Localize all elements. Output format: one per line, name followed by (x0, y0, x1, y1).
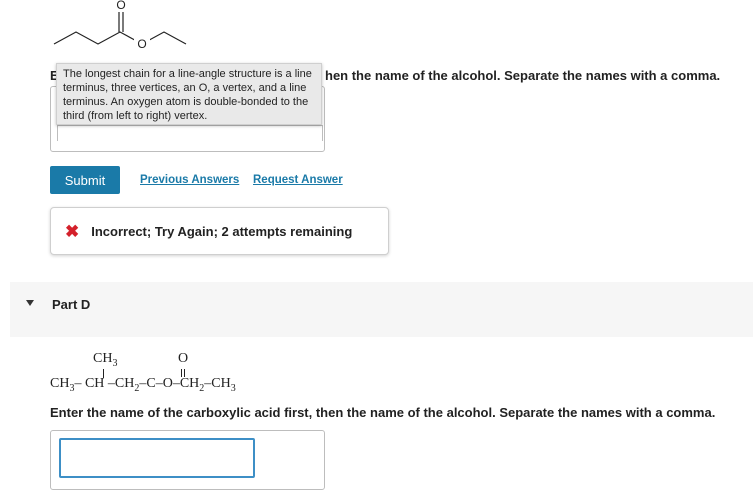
collapse-triangle-icon[interactable] (26, 300, 34, 306)
carbonyl-oxygen-label: O (116, 0, 125, 12)
part-d-answer-input[interactable] (59, 438, 255, 478)
formula-top-ch3: CH3 (93, 351, 118, 369)
feedback-panel: ✖ Incorrect; Try Again; 2 attempts remai… (50, 207, 389, 255)
hint-tooltip: The longest chain for a line-angle struc… (56, 63, 322, 125)
formula-top-o: O (178, 351, 189, 366)
part-c-instruction-suffix: hen the name of the alcohol. Separate th… (325, 68, 721, 83)
ester-oxygen-label: O (137, 37, 146, 51)
carbon-chain-bonds (53, 31, 187, 45)
previous-answers-link[interactable]: Previous Answers (140, 174, 239, 186)
ester-line-angle-structure: O O (53, 0, 187, 51)
x-icon: ✖ (65, 221, 80, 241)
feedback-text: Incorrect; Try Again; 2 attempts remaini… (91, 223, 353, 239)
part-d-header[interactable] (10, 282, 753, 337)
request-answer-link[interactable]: Request Answer (253, 174, 343, 186)
part-d-instruction: Enter the name of the carboxylic acid fi… (50, 405, 716, 420)
submit-button[interactable]: Submit (50, 166, 120, 194)
condensed-formula-main-chain: CH3– CH –CH2–C–O–CH2–CH3 (50, 376, 236, 394)
part-c-answer-input[interactable] (57, 125, 323, 141)
part-d-label: Part D (52, 297, 91, 312)
